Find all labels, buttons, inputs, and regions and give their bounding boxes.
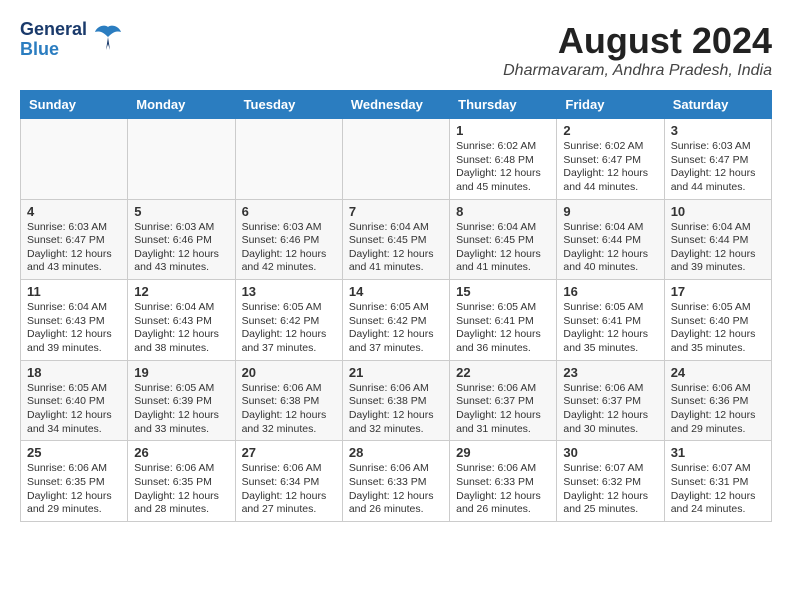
day-number: 30 — [563, 445, 657, 460]
calendar-cell — [128, 119, 235, 200]
calendar-cell: 1Sunrise: 6:02 AMSunset: 6:48 PMDaylight… — [450, 119, 557, 200]
logo-text-general: General — [20, 20, 87, 40]
calendar-cell: 15Sunrise: 6:05 AMSunset: 6:41 PMDayligh… — [450, 280, 557, 361]
day-number: 7 — [349, 204, 443, 219]
calendar-cell: 4Sunrise: 6:03 AMSunset: 6:47 PMDaylight… — [21, 199, 128, 280]
day-number: 27 — [242, 445, 336, 460]
calendar-week-row: 1Sunrise: 6:02 AMSunset: 6:48 PMDaylight… — [21, 119, 772, 200]
day-number: 20 — [242, 365, 336, 380]
day-number: 15 — [456, 284, 550, 299]
calendar-table: SundayMondayTuesdayWednesdayThursdayFrid… — [20, 90, 772, 522]
calendar-cell: 21Sunrise: 6:06 AMSunset: 6:38 PMDayligh… — [342, 360, 449, 441]
day-header-saturday: Saturday — [664, 91, 771, 119]
calendar-week-row: 11Sunrise: 6:04 AMSunset: 6:43 PMDayligh… — [21, 280, 772, 361]
day-header-monday: Monday — [128, 91, 235, 119]
calendar-cell: 10Sunrise: 6:04 AMSunset: 6:44 PMDayligh… — [664, 199, 771, 280]
day-number: 5 — [134, 204, 228, 219]
day-number: 19 — [134, 365, 228, 380]
main-title: August 2024 — [503, 20, 772, 62]
calendar-cell: 26Sunrise: 6:06 AMSunset: 6:35 PMDayligh… — [128, 441, 235, 522]
day-number: 3 — [671, 123, 765, 138]
calendar-week-row: 18Sunrise: 6:05 AMSunset: 6:40 PMDayligh… — [21, 360, 772, 441]
day-number: 4 — [27, 204, 121, 219]
calendar-cell: 30Sunrise: 6:07 AMSunset: 6:32 PMDayligh… — [557, 441, 664, 522]
calendar-cell: 22Sunrise: 6:06 AMSunset: 6:37 PMDayligh… — [450, 360, 557, 441]
calendar-cell — [21, 119, 128, 200]
day-number: 29 — [456, 445, 550, 460]
calendar-cell: 17Sunrise: 6:05 AMSunset: 6:40 PMDayligh… — [664, 280, 771, 361]
calendar-week-row: 4Sunrise: 6:03 AMSunset: 6:47 PMDaylight… — [21, 199, 772, 280]
calendar-cell: 2Sunrise: 6:02 AMSunset: 6:47 PMDaylight… — [557, 119, 664, 200]
day-number: 23 — [563, 365, 657, 380]
day-number: 6 — [242, 204, 336, 219]
day-number: 24 — [671, 365, 765, 380]
calendar-cell: 5Sunrise: 6:03 AMSunset: 6:46 PMDaylight… — [128, 199, 235, 280]
calendar-cell: 29Sunrise: 6:06 AMSunset: 6:33 PMDayligh… — [450, 441, 557, 522]
day-header-tuesday: Tuesday — [235, 91, 342, 119]
calendar-cell: 12Sunrise: 6:04 AMSunset: 6:43 PMDayligh… — [128, 280, 235, 361]
day-number: 28 — [349, 445, 443, 460]
subtitle: Dharmavaram, Andhra Pradesh, India — [503, 62, 772, 80]
calendar-header-row: SundayMondayTuesdayWednesdayThursdayFrid… — [21, 91, 772, 119]
day-number: 26 — [134, 445, 228, 460]
day-number: 16 — [563, 284, 657, 299]
logo: General Blue — [20, 20, 123, 60]
page-header: General Blue August 2024 Dharmavaram, An… — [20, 20, 772, 80]
calendar-cell: 8Sunrise: 6:04 AMSunset: 6:45 PMDaylight… — [450, 199, 557, 280]
day-number: 14 — [349, 284, 443, 299]
day-number: 11 — [27, 284, 121, 299]
day-number: 22 — [456, 365, 550, 380]
calendar-cell: 24Sunrise: 6:06 AMSunset: 6:36 PMDayligh… — [664, 360, 771, 441]
day-number: 25 — [27, 445, 121, 460]
calendar-cell: 20Sunrise: 6:06 AMSunset: 6:38 PMDayligh… — [235, 360, 342, 441]
calendar-cell: 16Sunrise: 6:05 AMSunset: 6:41 PMDayligh… — [557, 280, 664, 361]
calendar-cell — [235, 119, 342, 200]
calendar-cell: 11Sunrise: 6:04 AMSunset: 6:43 PMDayligh… — [21, 280, 128, 361]
day-header-thursday: Thursday — [450, 91, 557, 119]
title-section: August 2024 Dharmavaram, Andhra Pradesh,… — [503, 20, 772, 80]
day-number: 2 — [563, 123, 657, 138]
day-number: 12 — [134, 284, 228, 299]
day-number: 13 — [242, 284, 336, 299]
calendar-cell: 19Sunrise: 6:05 AMSunset: 6:39 PMDayligh… — [128, 360, 235, 441]
day-number: 10 — [671, 204, 765, 219]
calendar-cell: 23Sunrise: 6:06 AMSunset: 6:37 PMDayligh… — [557, 360, 664, 441]
day-number: 21 — [349, 365, 443, 380]
calendar-cell: 25Sunrise: 6:06 AMSunset: 6:35 PMDayligh… — [21, 441, 128, 522]
day-number: 18 — [27, 365, 121, 380]
calendar-cell: 7Sunrise: 6:04 AMSunset: 6:45 PMDaylight… — [342, 199, 449, 280]
day-number: 1 — [456, 123, 550, 138]
day-number: 8 — [456, 204, 550, 219]
day-number: 17 — [671, 284, 765, 299]
calendar-body: 1Sunrise: 6:02 AMSunset: 6:48 PMDaylight… — [21, 119, 772, 522]
day-header-sunday: Sunday — [21, 91, 128, 119]
calendar-cell: 6Sunrise: 6:03 AMSunset: 6:46 PMDaylight… — [235, 199, 342, 280]
day-header-wednesday: Wednesday — [342, 91, 449, 119]
calendar-cell: 28Sunrise: 6:06 AMSunset: 6:33 PMDayligh… — [342, 441, 449, 522]
logo-text-blue: Blue — [20, 40, 87, 60]
day-header-friday: Friday — [557, 91, 664, 119]
calendar-cell: 31Sunrise: 6:07 AMSunset: 6:31 PMDayligh… — [664, 441, 771, 522]
calendar-week-row: 25Sunrise: 6:06 AMSunset: 6:35 PMDayligh… — [21, 441, 772, 522]
day-number: 31 — [671, 445, 765, 460]
day-number: 9 — [563, 204, 657, 219]
calendar-cell: 9Sunrise: 6:04 AMSunset: 6:44 PMDaylight… — [557, 199, 664, 280]
calendar-cell: 27Sunrise: 6:06 AMSunset: 6:34 PMDayligh… — [235, 441, 342, 522]
calendar-cell: 18Sunrise: 6:05 AMSunset: 6:40 PMDayligh… — [21, 360, 128, 441]
calendar-cell: 13Sunrise: 6:05 AMSunset: 6:42 PMDayligh… — [235, 280, 342, 361]
calendar-cell: 14Sunrise: 6:05 AMSunset: 6:42 PMDayligh… — [342, 280, 449, 361]
calendar-cell — [342, 119, 449, 200]
logo-bird-icon — [93, 22, 123, 57]
calendar-cell: 3Sunrise: 6:03 AMSunset: 6:47 PMDaylight… — [664, 119, 771, 200]
